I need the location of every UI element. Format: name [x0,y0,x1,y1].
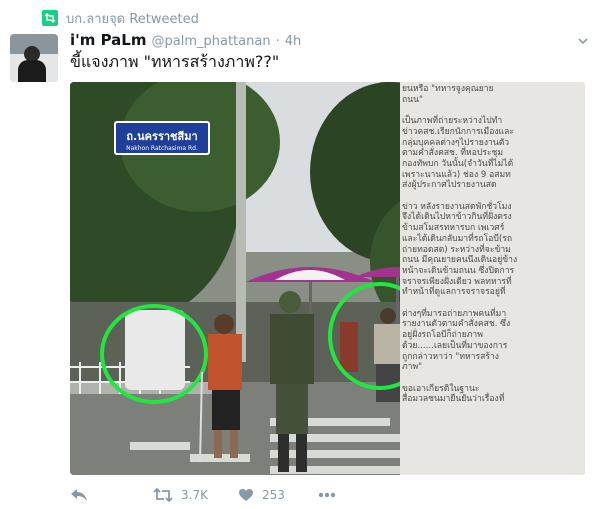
more-button[interactable] [318,492,336,498]
retweet-context: บก.ลายจุด Retweeted [42,8,199,28]
street-sign-english: Nakhon Ratchasima Rd. [126,145,198,152]
timestamp[interactable]: 4h [285,34,302,49]
caption-line: ข่าวคสช.เรียกนักการเมืองและ [402,126,514,137]
caption-line: ส่งผู้ประกาศไปรายงานสด [402,180,497,191]
caption-line: ตามคำสั่งคสช. ที่หอประชุม [402,148,504,159]
reply-icon [71,489,87,501]
like-count: 253 [262,488,285,502]
retweet-button[interactable]: 3.7K [153,488,208,502]
retweet-label[interactable]: บก.ลายจุด Retweeted [66,8,199,29]
tweet-photo[interactable]: ถ.นครราชสีมา Nakhon Ratchasima Rd. ยนหรื… [70,82,585,475]
caption-line: ด้วย......เลยเป็นที่มาของการ [402,340,508,351]
tweet-header: i'm PaLm @palm_phattanan · 4h [70,31,560,51]
caption-line: และได้เดินกลับมาที่รถโอบี(รถ [402,233,513,244]
caption-line: ภาพ" [402,362,423,373]
caption-line: ถนน มีคุณยายคนนึงเดินอยู่ข้าง [402,255,518,266]
retweet-action-icon [153,488,173,502]
caption-line: เป็นภาพที่ถ่ายระหว่างไปทำ [402,116,503,127]
caption-line: ต่างๆที่มารอถ่ายภาพคนที่มา [402,308,507,319]
retweet-count: 3.7K [181,488,208,502]
caption-line: ยนหรือ "ทหารจูงคุณยาย [402,84,494,94]
caption-line: อยู่ฝั่งรถโอบีก็ถ่ายภาพ [402,330,483,341]
caption-line: ทำหน้าที่ดูแลการจราจรอยู่ที่ [402,287,506,298]
caption-line [402,373,583,384]
caption-line: จราจรเพียงฝั่งเดียว พลทหารที่ [402,276,512,287]
caption-line [402,105,583,116]
separator-dot: · [275,34,280,49]
caption-line: รายงานตัวตามคำสั่งคสช. ซึ่ง [402,319,511,330]
like-button[interactable]: 253 [238,488,285,502]
caption-line: จึงได้เดินไปหาข้าวกินที่ฝั่งตรง [402,212,512,223]
retweet-icon [42,10,58,26]
caption-line: ขอเอาเกียรติในฐานะ [402,383,480,394]
caption-line: ถูกกล่าวหาว่า "ทหารสร้าง [402,351,500,362]
caption-line: สื่อมวลชนมายืนยันว่าเรื่องที่ [402,394,505,405]
street-sign-thai: ถ.นครราชสีมา [126,130,197,143]
caption-line: ถ่ายทอดสด) ระหว่างที่จะข้าม [402,244,511,255]
caption-line [402,191,583,202]
caption-line: หน้าจะเดินข้ามถนน ซึ่งปิดการ [402,265,515,276]
photo-caption: ยนหรือ "ทหารจูงคุณยาย ถนน" เป็นภาพที่ถ่า… [402,84,583,474]
caption-line: ข่าว หลังรายงานสดพักชั่วโมง [402,201,512,212]
tweet-text: ขี้แจงภาพ "ทหารสร้างภาพ??" [70,52,280,71]
display-name[interactable]: i'm PaLm [70,31,147,49]
caption-line [402,298,583,309]
caption-line: กองทัพบก วันนั้น(จำวันที่ไม่ได้ [402,158,514,169]
caption-line: ข้ามสโมสรทหารบก เพเวศร์ [402,223,505,234]
avatar[interactable] [10,34,58,82]
caption-line: เพราะนานแล้ว) ช่อง 9 อสมท [402,169,511,180]
user-handle[interactable]: @palm_phattanan [152,34,271,49]
more-dots-icon [318,492,336,498]
caption-line: ถนน" [402,94,423,105]
heart-icon [239,489,253,501]
caption-line: กลุ่มบุคคลต่างๆไปรายงานตัว [402,137,510,148]
reply-button[interactable] [70,488,88,502]
chevron-down-icon[interactable] [576,34,590,48]
